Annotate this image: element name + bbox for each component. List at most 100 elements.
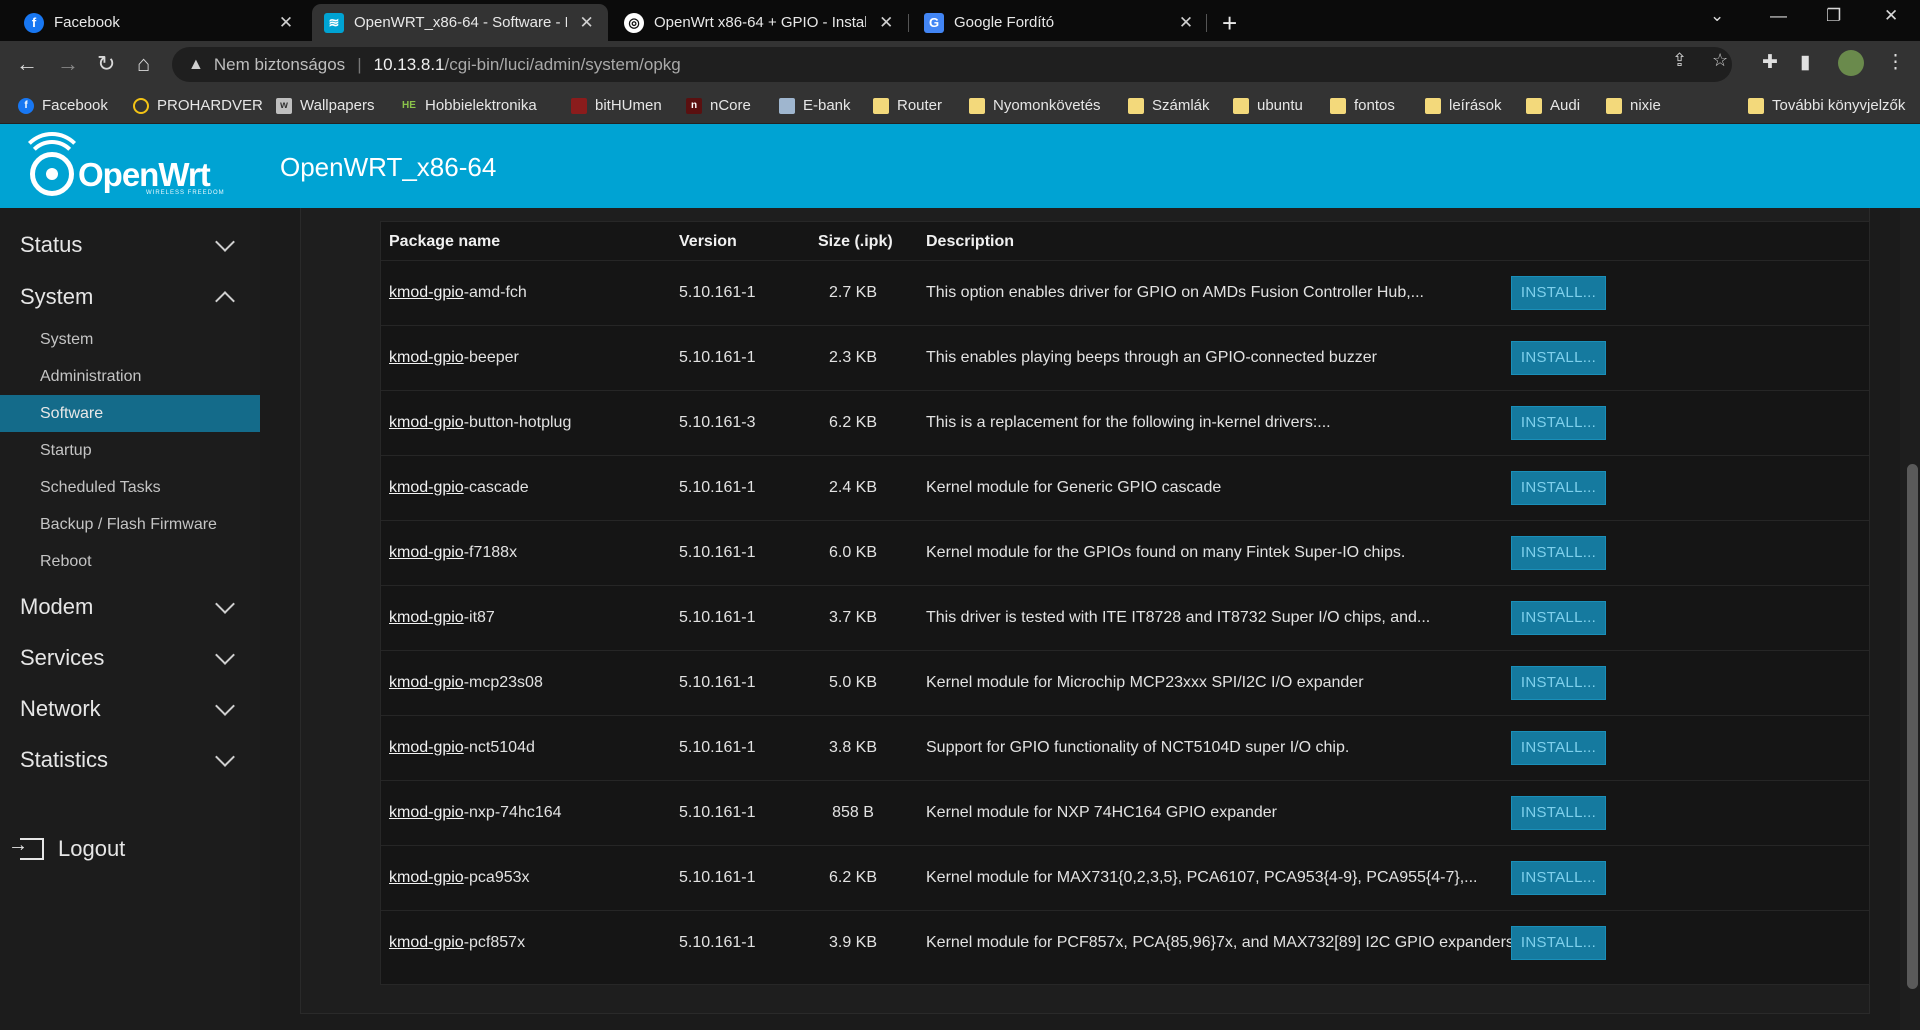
address-bar[interactable]: ▲ Nem biztonságos | 10.13.8.1 /cgi-bin/l… xyxy=(172,47,1732,82)
package-link[interactable]: kmod-gpio xyxy=(389,349,464,366)
tab-openwrt-software[interactable]: ≋ OpenWRT_x86-64 - Software - Lu ✕ xyxy=(312,4,608,41)
bookmark-ncore[interactable]: n nCore xyxy=(686,97,751,114)
sidebar-item-scheduled-tasks[interactable]: Scheduled Tasks xyxy=(0,469,260,506)
bookmark-label: Wallpapers xyxy=(300,97,375,114)
tab-facebook[interactable]: f Facebook ✕ xyxy=(12,4,308,41)
forward-icon[interactable]: → xyxy=(57,51,79,77)
close-icon[interactable]: ✕ xyxy=(876,13,896,33)
install-button[interactable]: INSTALL... xyxy=(1511,341,1606,375)
menu-status[interactable]: Status xyxy=(20,232,82,258)
page-scrollbar[interactable] xyxy=(1900,208,1920,1030)
window-close-icon[interactable]: ✕ xyxy=(1884,6,1898,26)
package-link[interactable]: kmod-gpio xyxy=(389,869,464,886)
bookmark-folder-szamlak[interactable]: Számlák xyxy=(1128,97,1210,114)
bookmark-prohardver[interactable]: PROHARDVER xyxy=(133,97,263,114)
table-header: Package name Version Size (.ipk) Descrip… xyxy=(381,222,1869,260)
facebook-icon: f xyxy=(18,97,34,114)
package-link[interactable]: kmod-gpio xyxy=(389,739,464,756)
scrollbar-thumb[interactable] xyxy=(1907,464,1918,989)
sidebar-item-system[interactable]: System xyxy=(0,321,260,358)
install-button[interactable]: INSTALL... xyxy=(1511,471,1606,505)
extensions-icon[interactable]: ✚ xyxy=(1762,51,1778,74)
package-name: kmod-gpio-cascade xyxy=(389,479,529,497)
sidebar-item-reboot[interactable]: Reboot xyxy=(0,543,260,580)
chevron-down-icon[interactable] xyxy=(215,232,235,252)
package-version: 5.10.161-1 xyxy=(679,544,756,561)
package-link[interactable]: kmod-gpio xyxy=(389,544,464,561)
package-suffix: -nxp-74hc164 xyxy=(463,804,562,821)
install-button[interactable]: INSTALL... xyxy=(1511,731,1606,765)
close-icon[interactable]: ✕ xyxy=(1176,13,1196,33)
close-icon[interactable]: ✕ xyxy=(276,13,296,33)
bookmark-folder-fontos[interactable]: fontos xyxy=(1330,97,1395,114)
package-name: kmod-gpio-beeper xyxy=(389,349,519,367)
install-button[interactable]: INSTALL... xyxy=(1511,666,1606,700)
package-link[interactable]: kmod-gpio xyxy=(389,609,464,626)
install-button[interactable]: INSTALL... xyxy=(1511,796,1606,830)
package-version: 5.10.161-1 xyxy=(679,284,756,301)
install-button[interactable]: INSTALL... xyxy=(1511,536,1606,570)
bookmark-ebank[interactable]: E-bank xyxy=(779,97,851,114)
install-button[interactable]: INSTALL... xyxy=(1511,861,1606,895)
side-panel-icon[interactable]: ▮ xyxy=(1800,51,1810,74)
sidebar-item-software[interactable]: Software xyxy=(0,395,260,432)
tab-google-translate[interactable]: G Google Fordító ✕ xyxy=(912,4,1208,41)
maximize-icon[interactable]: ❐ xyxy=(1826,6,1841,26)
avatar[interactable] xyxy=(1838,50,1864,76)
bookmark-folder-more[interactable]: További könyvjelzők xyxy=(1748,97,1905,114)
chevron-down-icon[interactable] xyxy=(215,645,235,665)
logout-link[interactable]: Logout xyxy=(8,834,125,862)
logo-dot-icon xyxy=(46,168,58,180)
bookmark-folder-nyomonkovetes[interactable]: Nyomonkövetés xyxy=(969,97,1101,114)
install-button[interactable]: INSTALL... xyxy=(1511,276,1606,310)
menu-statistics[interactable]: Statistics xyxy=(20,747,108,773)
reload-icon[interactable]: ↻ xyxy=(97,51,115,77)
bookmark-folder-audi[interactable]: Audi xyxy=(1526,97,1580,114)
menu-modem[interactable]: Modem xyxy=(20,594,93,620)
bookmark-bithumen[interactable]: bitHUmen xyxy=(571,97,662,114)
package-link[interactable]: kmod-gpio xyxy=(389,804,464,821)
chevron-down-icon[interactable] xyxy=(215,747,235,767)
bookmark-hobbielektronika[interactable]: HE Hobbielektronika xyxy=(401,97,537,114)
package-size: 6.2 KB xyxy=(828,869,878,886)
package-link[interactable]: kmod-gpio xyxy=(389,934,464,951)
package-version: 5.10.161-1 xyxy=(679,479,756,496)
menu-network[interactable]: Network xyxy=(20,696,101,722)
bookmark-folder-nixie[interactable]: nixie xyxy=(1606,97,1661,114)
folder-icon xyxy=(1128,97,1144,114)
install-button[interactable]: INSTALL... xyxy=(1511,926,1606,960)
package-link[interactable]: kmod-gpio xyxy=(389,284,464,301)
bookmark-wallpapers[interactable]: w Wallpapers xyxy=(276,97,374,114)
menu-icon[interactable]: ⋮ xyxy=(1886,51,1905,74)
package-version: 5.10.161-3 xyxy=(679,414,756,431)
package-size: 3.8 KB xyxy=(828,739,878,756)
chevron-up-icon[interactable] xyxy=(215,291,235,311)
openwrt-logo[interactable]: OpenWrt WIRELESS FREEDOM xyxy=(18,132,234,200)
sidebar-item-startup[interactable]: Startup xyxy=(0,432,260,469)
bookmark-folder-router[interactable]: Router xyxy=(873,97,942,114)
tab-search-icon[interactable]: ⌄ xyxy=(1710,6,1724,26)
chevron-down-icon[interactable] xyxy=(215,696,235,716)
menu-services[interactable]: Services xyxy=(20,645,104,671)
package-link[interactable]: kmod-gpio xyxy=(389,414,464,431)
bookmark-facebook[interactable]: f Facebook xyxy=(18,97,108,114)
sidebar-item-administration[interactable]: Administration xyxy=(0,358,260,395)
install-button[interactable]: INSTALL... xyxy=(1511,601,1606,635)
home-icon[interactable]: ⌂ xyxy=(137,51,150,77)
minimize-icon[interactable]: — xyxy=(1770,6,1787,26)
package-link[interactable]: kmod-gpio xyxy=(389,674,464,691)
bithumen-icon xyxy=(571,97,587,114)
chevron-down-icon[interactable] xyxy=(215,594,235,614)
bookmark-star-icon[interactable]: ☆ xyxy=(1712,50,1728,71)
bookmark-folder-ubuntu[interactable]: ubuntu xyxy=(1233,97,1303,114)
package-link[interactable]: kmod-gpio xyxy=(389,479,464,496)
bookmark-folder-leirasok[interactable]: leírások xyxy=(1425,97,1502,114)
menu-system[interactable]: System xyxy=(20,284,93,310)
sidebar-item-backup-flash[interactable]: Backup / Flash Firmware xyxy=(0,506,260,543)
share-icon[interactable]: ⇪ xyxy=(1672,50,1687,71)
back-icon[interactable]: ← xyxy=(16,51,38,77)
install-button[interactable]: INSTALL... xyxy=(1511,406,1606,440)
close-icon[interactable]: ✕ xyxy=(577,13,596,33)
new-tab-icon[interactable]: + xyxy=(1222,8,1237,39)
tab-openwrt-forum[interactable]: ◎ OpenWrt x86-64 + GPIO - Install ✕ xyxy=(612,4,908,41)
